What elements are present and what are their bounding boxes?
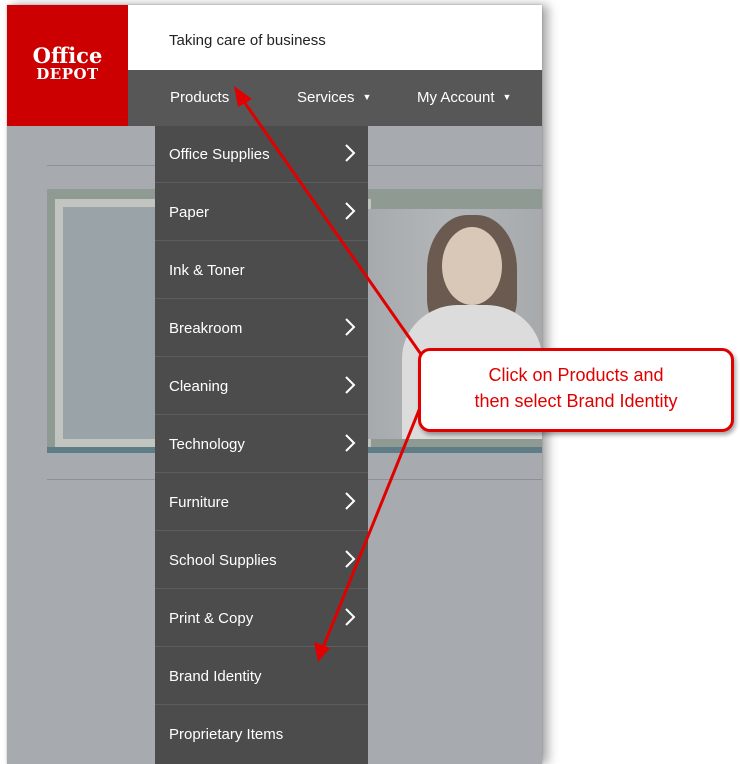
menu-item-label: Paper: [169, 204, 210, 221]
menu-item-label: Office Supplies: [169, 146, 270, 163]
callout-text-line1: Click on Products and: [488, 365, 664, 385]
menu-item-ink-toner[interactable]: Ink & Toner: [155, 242, 368, 299]
tagline: Taking care of business: [169, 32, 326, 49]
menu-item-cleaning[interactable]: Cleaning: [155, 358, 368, 415]
menu-item-label: Proprietary Items: [169, 726, 284, 743]
nav-my-account[interactable]: My Account ▼: [417, 89, 511, 106]
chevron-right-icon: [345, 492, 356, 510]
chevron-right-icon: [345, 376, 356, 394]
products-dropdown-menu: Office Supplies Paper Ink & Toner Breakr…: [155, 126, 368, 764]
menu-item-label: Furniture: [169, 494, 230, 511]
chevron-right-icon: [345, 550, 356, 568]
main-nav: Products ▼ Services ▼ My Account ▼: [128, 70, 542, 126]
menu-item-label: School Supplies: [169, 552, 277, 569]
caret-down-icon: ▼: [362, 92, 372, 102]
menu-item-brand-identity[interactable]: Brand Identity: [155, 648, 368, 705]
nav-my-account-label: My Account: [417, 89, 495, 106]
photo-face: [442, 227, 502, 305]
caret-down-icon: ▼: [237, 92, 247, 102]
menu-item-furniture[interactable]: Furniture: [155, 474, 368, 531]
nav-products-label: Products: [170, 89, 230, 106]
menu-item-print-copy[interactable]: Print & Copy: [155, 590, 368, 647]
menu-item-label: Brand Identity: [169, 668, 262, 685]
menu-item-paper[interactable]: Paper: [155, 184, 368, 241]
menu-item-technology[interactable]: Technology: [155, 416, 368, 473]
chevron-right-icon: [345, 434, 356, 452]
office-depot-logo[interactable]: Office DEPOT: [7, 5, 128, 126]
menu-item-label: Cleaning: [169, 378, 229, 395]
menu-item-label: Print & Copy: [169, 610, 254, 627]
menu-item-breakroom[interactable]: Breakroom: [155, 300, 368, 357]
menu-item-office-supplies[interactable]: Office Supplies: [155, 126, 368, 183]
nav-services-label: Services: [297, 89, 355, 106]
menu-item-label: Technology: [169, 436, 245, 453]
menu-item-proprietary-items[interactable]: Proprietary Items: [155, 706, 368, 763]
menu-item-label: Breakroom: [169, 320, 243, 337]
callout-text-line2: then select Brand Identity: [474, 391, 678, 411]
nav-products[interactable]: Products ▼: [170, 89, 246, 106]
menu-item-school-supplies[interactable]: School Supplies: [155, 532, 368, 589]
header-top-bar: Taking care of business: [128, 5, 542, 70]
logo-text-depot: DEPOT: [36, 65, 99, 83]
menu-item-label: Ink & Toner: [169, 262, 245, 279]
nav-services[interactable]: Services ▼: [297, 89, 371, 106]
chevron-right-icon: [345, 144, 356, 162]
instruction-callout: Click on Products and then select Brand …: [418, 348, 734, 432]
chevron-right-icon: [345, 608, 356, 626]
caret-down-icon: ▼: [502, 92, 512, 102]
chevron-right-icon: [345, 202, 356, 220]
chevron-right-icon: [345, 318, 356, 336]
